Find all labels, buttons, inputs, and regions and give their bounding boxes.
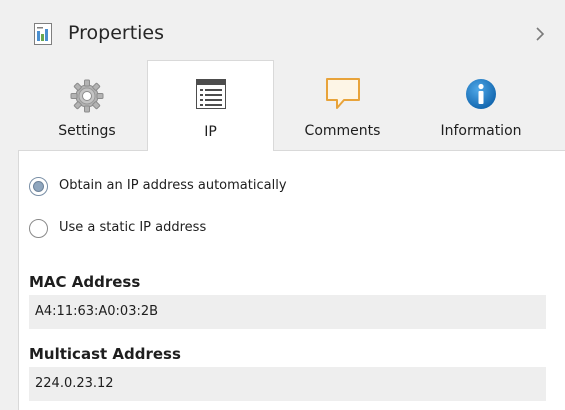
- tab-comments[interactable]: Comments: [274, 60, 411, 150]
- gear-icon: [69, 78, 105, 118]
- chevron-right-icon[interactable]: [534, 25, 546, 43]
- radio-label: Use a static IP address: [59, 220, 207, 235]
- radio-use-static-ip[interactable]: Use a static IP address: [29, 218, 269, 242]
- tab-strip: Settings IP Comments Information: [0, 60, 565, 151]
- radio-button-unchecked[interactable]: [29, 219, 48, 238]
- multicast-address-value[interactable]: 224.0.23.12: [29, 367, 546, 401]
- info-icon: [465, 78, 497, 114]
- tab-information[interactable]: Information: [411, 60, 551, 150]
- radio-label: Obtain an IP address automatically: [59, 178, 287, 193]
- comment-icon: [325, 78, 360, 114]
- tab-settings[interactable]: Settings: [27, 60, 147, 150]
- multicast-address-label: Multicast Address: [29, 345, 181, 363]
- tab-ip[interactable]: IP: [147, 60, 274, 151]
- tab-label: Comments: [304, 123, 381, 139]
- panel-header: Properties: [0, 0, 565, 60]
- properties-panel: Properties Settings IP Comments Informat…: [0, 0, 565, 410]
- mac-address-label: MAC Address: [29, 273, 141, 291]
- tab-label: Settings: [58, 123, 116, 139]
- radio-obtain-ip-automatically[interactable]: Obtain an IP address automatically: [29, 176, 349, 200]
- properties-icon: [34, 23, 54, 45]
- radio-button-checked[interactable]: [29, 177, 48, 196]
- ip-settings-content: Obtain an IP address automatically Use a…: [18, 150, 565, 410]
- tab-label: Information: [440, 123, 522, 139]
- panel-title: Properties: [68, 22, 165, 44]
- ip-config-icon: [195, 79, 226, 113]
- mac-address-value[interactable]: A4:11:63:A0:03:2B: [29, 295, 546, 329]
- tab-label: IP: [204, 124, 217, 140]
